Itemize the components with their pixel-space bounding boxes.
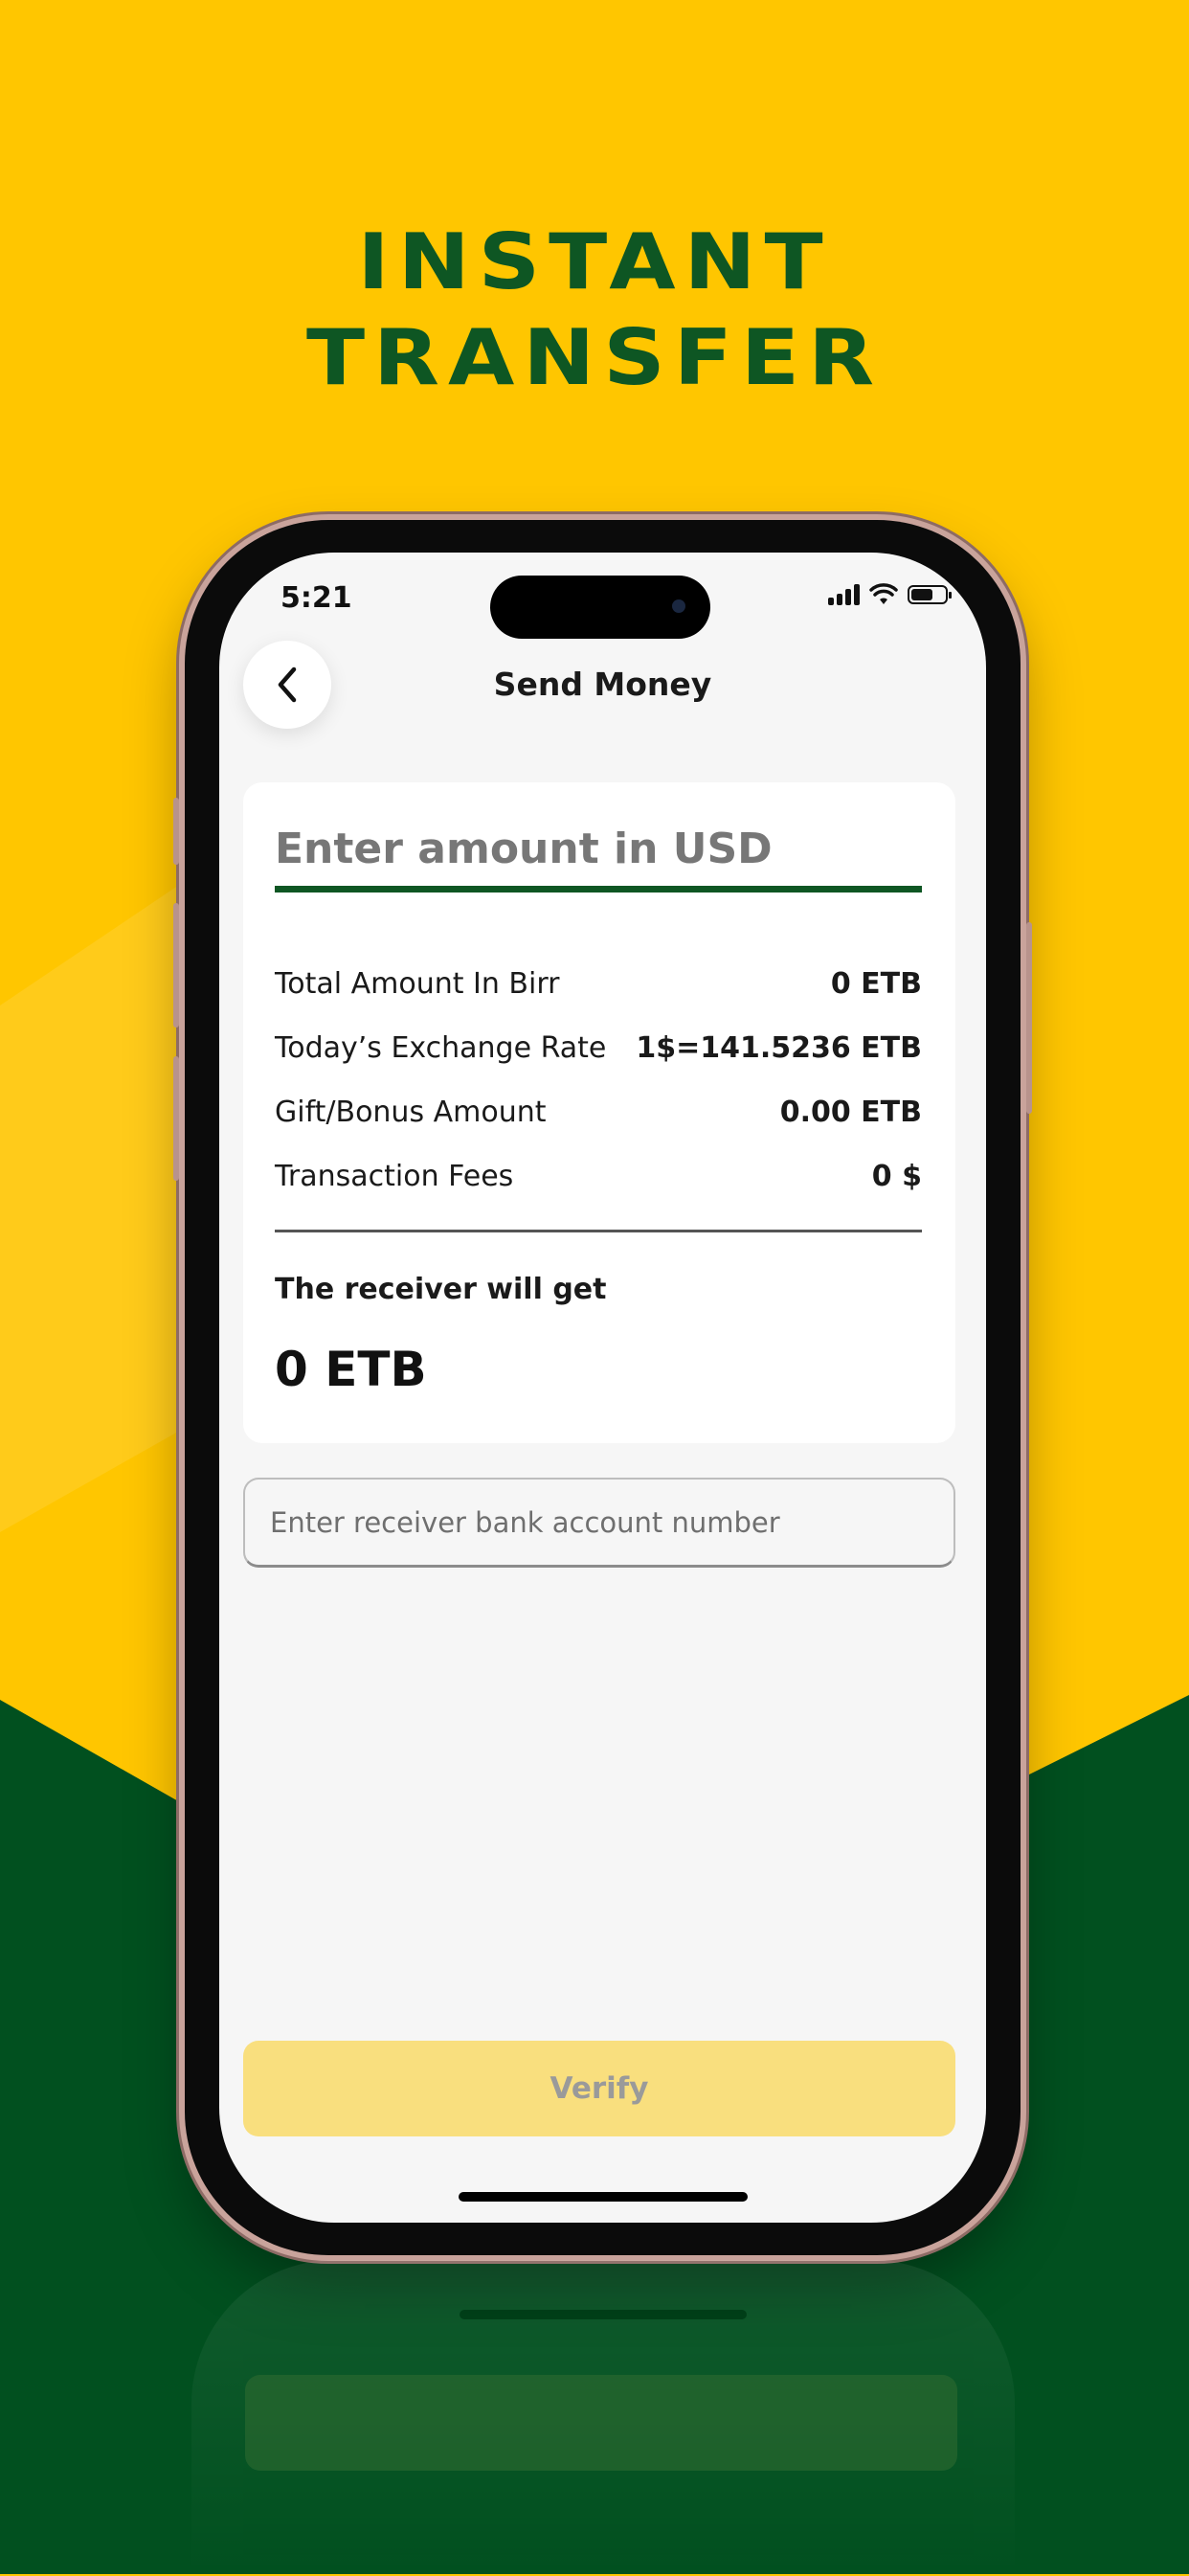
signal-icon: [828, 584, 860, 605]
home-indicator: [459, 2192, 748, 2202]
headline-line-1: INSTANT: [357, 217, 832, 306]
reflection-home-indicator: [460, 2310, 747, 2319]
summary-row-bonus: Gift/Bonus Amount 0.00 ETB: [275, 1091, 922, 1133]
phone-side-button: [173, 798, 179, 865]
amount-input[interactable]: [275, 811, 922, 893]
receiver-amount: 0 ETB: [275, 1342, 427, 1397]
phone-volume-up: [173, 903, 179, 1028]
status-time: 5:21: [280, 581, 352, 615]
phone-mockup: 5:21 Send Money Total Amount In Birr 0: [173, 520, 1032, 2255]
page-title: Send Money: [493, 666, 712, 703]
summary-row-total: Total Amount In Birr 0 ETB: [275, 962, 922, 1005]
summary-row-exchange-rate: Today’s Exchange Rate 1$=141.5236 ETB: [275, 1027, 922, 1069]
summary-label: Gift/Bonus Amount: [275, 1095, 547, 1129]
summary-label: Transaction Fees: [275, 1159, 514, 1193]
account-number-input[interactable]: [243, 1478, 955, 1568]
summary-label: Today’s Exchange Rate: [275, 1030, 607, 1065]
phone-volume-down: [173, 1056, 179, 1181]
summary-value: 0 ETB: [830, 966, 922, 1001]
summary-value: 1$=141.5236 ETB: [636, 1030, 922, 1065]
amount-card: Total Amount In Birr 0 ETB Today’s Excha…: [243, 782, 955, 1443]
summary-row-fees: Transaction Fees 0 $: [275, 1155, 922, 1197]
receiver-label: The receiver will get: [275, 1273, 607, 1306]
headline-line-2: TRANSFER: [305, 313, 884, 402]
camera-icon: [672, 599, 685, 613]
summary-label: Total Amount In Birr: [275, 966, 560, 1001]
status-icons: [828, 583, 952, 606]
battery-icon: [908, 585, 952, 604]
app-screen: 5:21 Send Money Total Amount In Birr 0: [219, 553, 986, 2223]
summary-value: 0.00 ETB: [779, 1095, 922, 1129]
dynamic-island: [490, 576, 710, 639]
card-divider: [275, 1230, 922, 1232]
reflection-button: [245, 2375, 957, 2471]
phone-power-button: [1026, 922, 1032, 1114]
phone-reflection: [191, 2260, 1015, 2576]
wifi-icon: [869, 583, 898, 604]
verify-button[interactable]: Verify: [243, 2041, 955, 2136]
summary-value: 0 $: [871, 1159, 922, 1193]
